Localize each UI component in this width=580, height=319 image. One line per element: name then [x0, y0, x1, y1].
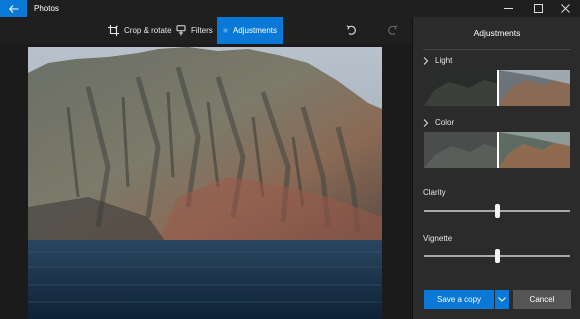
chevron-right-icon	[423, 56, 429, 65]
photo-image[interactable]	[28, 47, 382, 319]
redo-icon	[387, 25, 397, 35]
vignette-label: Vignette	[423, 234, 453, 243]
filters-label: Filters	[191, 26, 213, 35]
save-copy-button[interactable]: Save a copy	[424, 290, 494, 309]
tab-adjustments[interactable]: Adjustments	[217, 17, 283, 44]
maximize-icon	[533, 4, 543, 13]
color-section-toggle[interactable]: Color	[423, 118, 454, 127]
light-label: Light	[435, 56, 453, 65]
tab-filters[interactable]: Filters	[172, 17, 217, 44]
chevron-right-icon	[423, 118, 429, 127]
light-preview-image	[424, 70, 570, 106]
undo-icon	[346, 25, 356, 35]
photo-canvas	[0, 44, 412, 319]
crop-rotate-label: Crop & rotate	[124, 26, 172, 35]
back-button[interactable]	[0, 0, 27, 17]
vignette-slider[interactable]	[424, 249, 570, 263]
cancel-button[interactable]: Cancel	[513, 290, 571, 309]
light-preview-slider[interactable]	[424, 70, 570, 106]
clarity-label: Clarity	[423, 188, 446, 197]
arrow-left-icon	[8, 4, 18, 13]
color-label: Color	[435, 118, 455, 127]
minimize-button[interactable]	[493, 0, 523, 17]
color-preview-slider[interactable]	[424, 132, 570, 168]
close-button[interactable]	[550, 0, 580, 17]
filters-icon	[176, 25, 186, 36]
title-bar: Photos	[0, 0, 580, 17]
chevron-down-icon	[498, 297, 506, 302]
clarity-thumb[interactable]	[494, 204, 500, 218]
crop-icon	[108, 25, 119, 36]
maximize-button[interactable]	[523, 0, 553, 17]
redo-button[interactable]	[380, 17, 404, 44]
adjustments-panel: Adjustments Light Color Clarity Vignette…	[412, 17, 580, 319]
app-title: Photos	[34, 4, 59, 13]
divider	[423, 49, 571, 50]
landscape-photo	[28, 47, 382, 319]
adjustments-label: Adjustments	[232, 26, 277, 35]
edit-toolbar: Crop & rotate Filters Adjustments	[0, 17, 412, 44]
panel-title: Adjustments	[473, 28, 521, 38]
clarity-slider[interactable]	[424, 204, 570, 218]
light-section-toggle[interactable]: Light	[423, 56, 452, 65]
tab-crop-rotate[interactable]: Crop & rotate	[104, 17, 176, 44]
minimize-icon	[503, 8, 513, 9]
undo-button[interactable]	[339, 17, 363, 44]
vignette-thumb[interactable]	[494, 249, 500, 263]
sun-icon	[223, 28, 228, 33]
save-options-button[interactable]	[495, 290, 509, 309]
close-icon	[560, 4, 570, 13]
color-preview-image	[424, 132, 570, 168]
